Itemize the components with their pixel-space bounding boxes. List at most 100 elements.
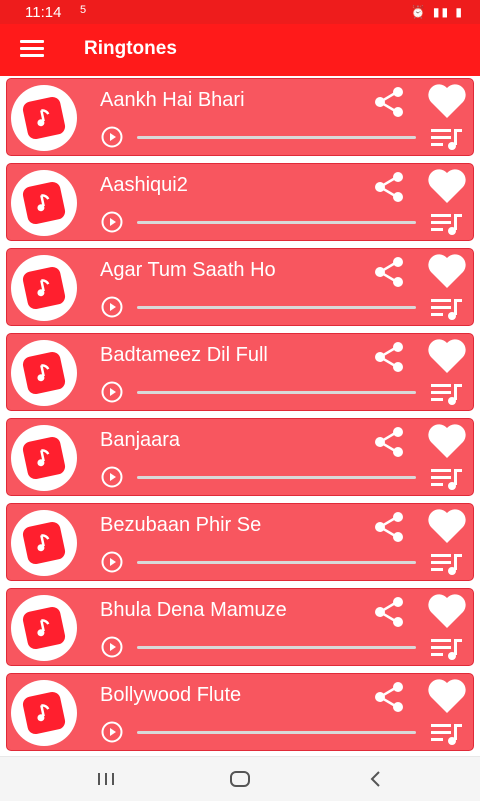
- ringtone-avatar: [11, 510, 77, 576]
- share-button[interactable]: [371, 510, 407, 544]
- playlist-music-icon: [431, 639, 462, 660]
- progress-bar[interactable]: [137, 476, 416, 479]
- play-circle-icon: [101, 551, 123, 573]
- music-note-icon: [21, 690, 67, 736]
- heart-icon: [428, 84, 466, 118]
- playlist-music-icon: [431, 384, 462, 405]
- play-button[interactable]: [101, 721, 123, 743]
- menu-icon: [20, 40, 44, 43]
- playlist-music-icon: [431, 129, 462, 150]
- play-circle-icon: [101, 211, 123, 233]
- playlist-button[interactable]: [429, 126, 465, 152]
- favorite-button[interactable]: [425, 251, 469, 291]
- share-button[interactable]: [371, 425, 407, 459]
- status-icons: ⏰ ▮▮ ▮: [410, 5, 464, 19]
- share-icon: [375, 427, 403, 457]
- ringtone-avatar: [11, 340, 77, 406]
- app-bar: Ringtones: [0, 24, 480, 76]
- progress-bar[interactable]: [137, 731, 416, 734]
- progress-bar[interactable]: [137, 306, 416, 309]
- play-button[interactable]: [101, 126, 123, 148]
- playlist-music-icon: [431, 214, 462, 235]
- ringtone-avatar: [11, 680, 77, 746]
- play-circle-icon: [101, 636, 123, 658]
- ringtone-title: Bhula Dena Mamuze: [100, 599, 287, 621]
- play-button[interactable]: [101, 466, 123, 488]
- favorite-button[interactable]: [425, 591, 469, 631]
- progress-bar[interactable]: [137, 646, 416, 649]
- ringtone-avatar: [11, 425, 77, 491]
- ringtone-title: Aashiqui2: [100, 174, 188, 196]
- ringtone-list[interactable]: Aankh Hai Bhari Aashiqui2 Agar Tum Saath…: [0, 76, 480, 756]
- favorite-button[interactable]: [425, 336, 469, 376]
- ringtone-avatar: [11, 595, 77, 661]
- playlist-button[interactable]: [429, 211, 465, 237]
- favorite-button[interactable]: [425, 676, 469, 716]
- music-note-icon: [21, 180, 67, 226]
- progress-bar[interactable]: [137, 391, 416, 394]
- ringtone-row[interactable]: Aashiqui2: [6, 163, 474, 241]
- playlist-music-icon: [431, 724, 462, 745]
- favorite-button[interactable]: [425, 81, 469, 121]
- share-icon: [375, 257, 403, 287]
- recent-apps-button[interactable]: [92, 767, 120, 791]
- share-icon: [375, 597, 403, 627]
- ringtone-row[interactable]: Bezubaan Phir Se: [6, 503, 474, 581]
- play-button[interactable]: [101, 636, 123, 658]
- heart-icon: [428, 424, 466, 458]
- progress-bar[interactable]: [137, 561, 416, 564]
- heart-icon: [428, 679, 466, 713]
- menu-button[interactable]: [20, 40, 44, 60]
- share-button[interactable]: [371, 170, 407, 204]
- ringtone-row[interactable]: Aankh Hai Bhari: [6, 78, 474, 156]
- playlist-button[interactable]: [429, 296, 465, 322]
- progress-bar[interactable]: [137, 221, 416, 224]
- play-circle-icon: [101, 381, 123, 403]
- share-button[interactable]: [371, 595, 407, 629]
- ringtone-row[interactable]: Agar Tum Saath Ho: [6, 248, 474, 326]
- heart-icon: [428, 169, 466, 203]
- favorite-button[interactable]: [425, 506, 469, 546]
- ringtone-row[interactable]: Badtameez Dil Full: [6, 333, 474, 411]
- share-icon: [375, 342, 403, 372]
- share-icon: [375, 682, 403, 712]
- ringtone-title: Banjaara: [100, 429, 181, 451]
- menu-icon-bar: [20, 54, 44, 57]
- menu-icon-bar: [20, 47, 44, 50]
- play-button[interactable]: [101, 211, 123, 233]
- ringtone-title: Bollywood Flute: [100, 684, 242, 706]
- play-circle-icon: [101, 721, 123, 743]
- share-button[interactable]: [371, 255, 407, 289]
- ringtone-title: Badtameez Dil Full: [100, 344, 268, 366]
- progress-bar[interactable]: [137, 136, 416, 139]
- playlist-button[interactable]: [429, 721, 465, 747]
- playlist-button[interactable]: [429, 381, 465, 407]
- play-button[interactable]: [101, 296, 123, 318]
- ringtone-row[interactable]: Bollywood Flute: [6, 673, 474, 751]
- app-title: Ringtones: [84, 38, 177, 59]
- share-button[interactable]: [371, 340, 407, 374]
- status-extra: 5: [80, 4, 87, 16]
- playlist-button[interactable]: [429, 636, 465, 662]
- playlist-button[interactable]: [429, 466, 465, 492]
- share-icon: [375, 87, 403, 117]
- share-icon: [375, 172, 403, 202]
- favorite-button[interactable]: [425, 421, 469, 461]
- favorite-button[interactable]: [425, 166, 469, 206]
- heart-icon: [428, 339, 466, 373]
- ringtone-avatar: [11, 170, 77, 236]
- play-button[interactable]: [101, 381, 123, 403]
- ringtone-row[interactable]: Banjaara: [6, 418, 474, 496]
- play-circle-icon: [101, 296, 123, 318]
- home-button[interactable]: [226, 767, 254, 791]
- share-button[interactable]: [371, 680, 407, 714]
- music-note-icon: [21, 435, 67, 481]
- back-button[interactable]: [362, 767, 390, 791]
- ringtone-avatar: [11, 255, 77, 321]
- playlist-music-icon: [431, 299, 462, 320]
- playlist-button[interactable]: [429, 551, 465, 577]
- playlist-music-icon: [431, 554, 462, 575]
- ringtone-row[interactable]: Bhula Dena Mamuze: [6, 588, 474, 666]
- share-button[interactable]: [371, 85, 407, 119]
- play-button[interactable]: [101, 551, 123, 573]
